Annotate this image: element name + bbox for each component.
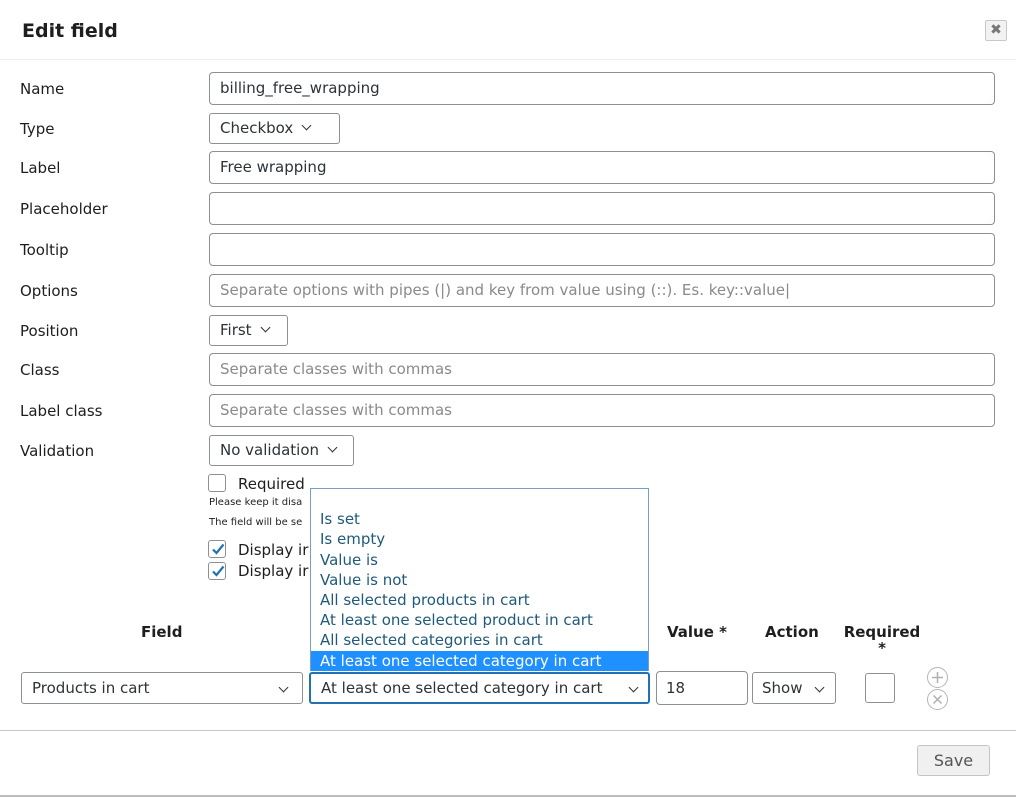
chevron-down-icon [327,442,338,453]
name-label: Name [20,80,65,98]
header-divider [0,59,1016,60]
chevron-down-icon [628,682,639,693]
dropdown-option-empty[interactable] [311,489,648,509]
field-note: The field will be se [209,517,303,528]
add-condition-button[interactable] [927,667,948,688]
chevron-down-icon [278,682,289,693]
display-checkbox-1-label: Display ir [238,541,309,559]
conditions-header-value: Value * [667,623,727,641]
dropdown-option-value-is[interactable]: Value is [311,550,648,570]
chevron-down-icon [814,682,825,693]
type-label: Type [20,120,55,138]
condition-field-value: Products in cart [32,679,150,697]
remove-condition-button[interactable] [927,689,948,710]
condition-action-value: Show [762,679,803,697]
class-input[interactable]: Separate classes with commas [209,353,995,386]
placeholder-label: Placeholder [20,200,108,218]
options-input[interactable]: Separate options with pipes (|) and key … [209,274,995,307]
conditions-header-action: Action [765,623,819,641]
conditions-header-required-star: * [878,639,886,657]
position-select-value: First [220,321,252,339]
tooltip-input[interactable] [209,233,995,266]
type-select-value: Checkbox [220,119,294,137]
class-label: Class [20,361,60,379]
dropdown-option-one-product[interactable]: At least one selected product in cart [311,610,648,630]
label-label: Label [20,159,61,177]
dropdown-option-all-products[interactable]: All selected products in cart [311,590,648,610]
options-label: Options [20,282,78,300]
condition-field-select[interactable]: Products in cart [21,672,303,704]
required-note: Please keep it disa [209,497,303,508]
validation-select-value: No validation [220,441,320,459]
name-input[interactable]: billing_free_wrapping [209,72,995,105]
validation-select[interactable]: No validation [209,435,354,466]
validation-label: Validation [20,442,95,460]
checkmark-icon [212,565,225,577]
display-checkbox-2[interactable] [208,562,226,580]
condition-value-input[interactable]: 18 [656,671,748,705]
dropdown-option-is-empty[interactable]: Is empty [311,529,648,549]
conditions-header-field: Field [141,623,183,641]
display-checkbox-1[interactable] [208,540,226,558]
condition-operator-dropdown[interactable]: Is set Is empty Value is Value is not Al… [310,488,649,671]
dropdown-option-all-categories[interactable]: All selected categories in cart [311,630,648,650]
label-class-input[interactable]: Separate classes with commas [209,394,995,427]
plus-icon [932,672,943,683]
label-input[interactable]: Free wrapping [209,151,995,184]
condition-action-select[interactable]: Show [752,672,836,704]
save-button[interactable]: Save [917,745,990,776]
required-checkbox[interactable] [208,474,226,492]
close-icon: ✖ [990,22,1002,38]
position-label: Position [20,322,79,340]
placeholder-input[interactable] [209,192,995,225]
type-select[interactable]: Checkbox [209,113,340,144]
checkmark-icon [212,543,225,555]
condition-operator-value: At least one selected category in cart [321,679,603,697]
display-checkbox-2-label: Display ir [238,562,309,580]
condition-required-checkbox[interactable] [865,673,895,703]
footer-divider [0,730,1016,731]
label-class-label: Label class [20,402,103,420]
tooltip-label: Tooltip [20,241,69,259]
dropdown-option-value-is-not[interactable]: Value is not [311,570,648,590]
position-select[interactable]: First [209,315,288,346]
dropdown-option-is-set[interactable]: Is set [311,509,648,529]
dialog-title: Edit field [22,20,118,42]
close-button[interactable]: ✖ [985,20,1007,41]
required-checkbox-label: Required [238,475,305,493]
dropdown-option-one-category[interactable]: At least one selected category in cart [311,651,648,671]
conditions-header-required: Required * [842,623,922,657]
remove-icon [932,694,943,705]
chevron-down-icon [301,120,312,131]
condition-operator-select[interactable]: At least one selected category in cart [309,672,650,704]
chevron-down-icon [260,322,271,333]
